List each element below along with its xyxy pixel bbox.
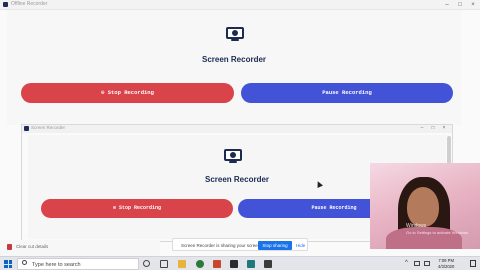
window-title: Offline Recorder bbox=[11, 1, 48, 7]
captured-close-icon: × bbox=[442, 125, 446, 131]
search-placeholder: Type here to search bbox=[32, 261, 81, 268]
cortana-icon[interactable] bbox=[143, 260, 150, 267]
notification-icon[interactable] bbox=[470, 260, 476, 267]
pause-recording-button[interactable]: Pause Recording bbox=[241, 83, 453, 103]
title-bar[interactable]: Offline Recorder – □ × bbox=[0, 0, 480, 10]
clock-time: 7:09 PM bbox=[438, 258, 454, 263]
system-clock[interactable]: 7:09 PM 4/3/2020 bbox=[438, 258, 454, 269]
app-content: Screen Recorder ⊙ Stop Recording Pause R… bbox=[7, 10, 461, 125]
volume-icon[interactable] bbox=[424, 261, 430, 266]
download-bar: Clear cut details bbox=[0, 240, 160, 256]
app-title: Screen Recorder bbox=[201, 55, 267, 64]
chrome-icon[interactable] bbox=[196, 260, 204, 268]
clock-date: 4/3/2020 bbox=[438, 263, 455, 269]
minimize-button[interactable]: – bbox=[442, 0, 452, 10]
captured-minimize-icon: – bbox=[420, 125, 424, 131]
taskbar-app-icon-4[interactable] bbox=[264, 260, 272, 268]
activation-watermark: Windows bbox=[406, 223, 427, 229]
captured-window-title: Screen Recorder bbox=[31, 125, 66, 130]
captured-maximize-icon: □ bbox=[431, 125, 435, 131]
search-icon bbox=[22, 260, 27, 265]
captured-monitor-icon bbox=[224, 149, 242, 163]
captured-title-bar: Screen Recorder – □ × bbox=[22, 125, 452, 133]
task-view-icon[interactable] bbox=[160, 260, 168, 268]
taskbar-app-icon-2[interactable] bbox=[230, 260, 238, 268]
maximize-button[interactable]: □ bbox=[455, 0, 465, 10]
app-icon bbox=[3, 2, 8, 7]
chevron-up-icon[interactable]: ^ bbox=[405, 260, 408, 266]
hide-button[interactable]: Hide bbox=[296, 243, 305, 248]
sharing-message: Screen Recorder is sharing your screen. bbox=[181, 242, 262, 248]
stop-sharing-button[interactable]: Stop sharing bbox=[258, 241, 292, 250]
file-icon bbox=[7, 244, 12, 250]
close-button[interactable]: × bbox=[468, 0, 478, 10]
webcam-preview: Windows Go to Settings to activate Windo… bbox=[370, 163, 480, 249]
network-icon[interactable] bbox=[414, 261, 420, 266]
screen-sharing-notification: Screen Recorder is sharing your screen. … bbox=[172, 238, 308, 251]
download-item[interactable]: Clear cut details bbox=[16, 244, 48, 249]
taskbar-search[interactable]: Type here to search bbox=[17, 258, 139, 270]
monitor-icon bbox=[226, 27, 244, 41]
taskbar: Type here to search ^ 7:09 PM 4/3/2020 bbox=[0, 256, 480, 270]
stop-recording-button[interactable]: ⊙ Stop Recording bbox=[21, 83, 234, 103]
activation-watermark-sub: Go to Settings to activate Windows bbox=[406, 230, 469, 235]
taskbar-app-icon-3[interactable] bbox=[247, 260, 255, 268]
file-explorer-icon[interactable] bbox=[178, 260, 186, 268]
scrollbar-thumb[interactable] bbox=[447, 136, 451, 166]
captured-stop-recording-button: ⊙ Stop Recording bbox=[41, 199, 233, 218]
captured-app-icon bbox=[24, 126, 29, 131]
taskbar-app-icon[interactable] bbox=[213, 260, 221, 268]
windows-start-icon[interactable] bbox=[4, 260, 12, 268]
